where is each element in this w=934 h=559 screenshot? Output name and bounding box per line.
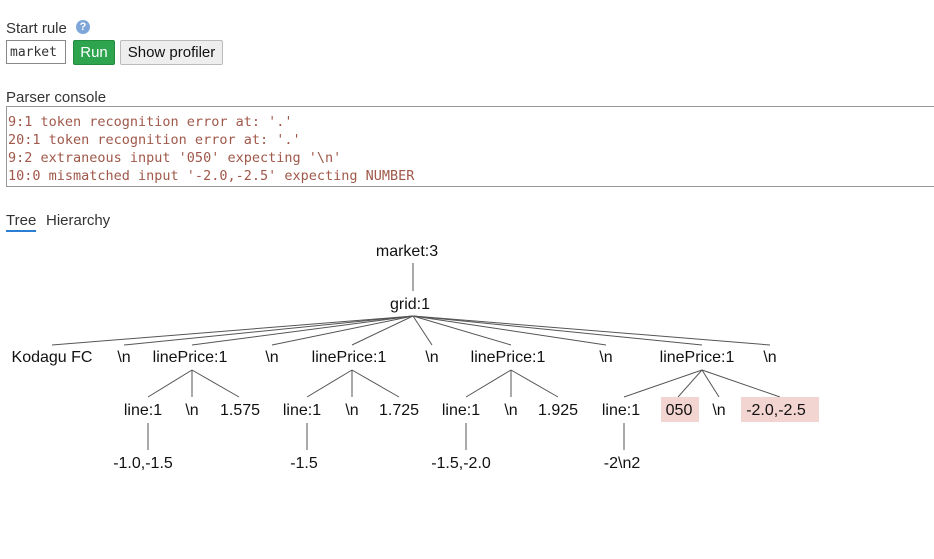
tree-node-newline: \n xyxy=(712,402,725,419)
tree-node-line: line:1 xyxy=(602,402,640,419)
tree-node-grid: grid:1 xyxy=(390,296,430,313)
parse-tree: market:3 grid:1 Kodagu FC \n linePrice:1… xyxy=(12,243,819,472)
tree-node-price: 1.575 xyxy=(220,402,260,419)
tree-node-lineprice: linePrice:1 xyxy=(312,349,387,366)
tree-node-newline: \n xyxy=(504,402,517,419)
tree-node-lineprice: linePrice:1 xyxy=(153,349,228,366)
tree-node-newline: \n xyxy=(599,349,612,366)
tree-node-line: line:1 xyxy=(124,402,162,419)
tree-node-line: line:1 xyxy=(442,402,480,419)
tree-node-newline: \n xyxy=(185,402,198,419)
tree-node-newline: \n xyxy=(265,349,278,366)
tree-node-value: -1.0,-1.5 xyxy=(113,455,173,472)
tree-node-line: line:1 xyxy=(283,402,321,419)
tree-node-newline: \n xyxy=(345,402,358,419)
tree-node-newline: \n xyxy=(425,349,438,366)
tree-node-root: market:3 xyxy=(376,243,438,260)
tree-node-error: -2.0,-2.5 xyxy=(746,402,806,419)
tree-node-value: -2\n2 xyxy=(604,455,641,472)
tree-node-price: 1.725 xyxy=(379,402,419,419)
tree-node-value: -1.5 xyxy=(290,455,318,472)
tree-node-newline: \n xyxy=(117,349,130,366)
tree-node-price: 1.925 xyxy=(538,402,578,419)
tree-node-team: Kodagu FC xyxy=(12,349,93,366)
tree-node-value: -1.5,-2.0 xyxy=(431,455,491,472)
tree-node-newline: \n xyxy=(763,349,776,366)
tree-node-error: 050 xyxy=(666,402,693,419)
tree-node-lineprice: linePrice:1 xyxy=(660,349,735,366)
tree-node-lineprice: linePrice:1 xyxy=(471,349,546,366)
